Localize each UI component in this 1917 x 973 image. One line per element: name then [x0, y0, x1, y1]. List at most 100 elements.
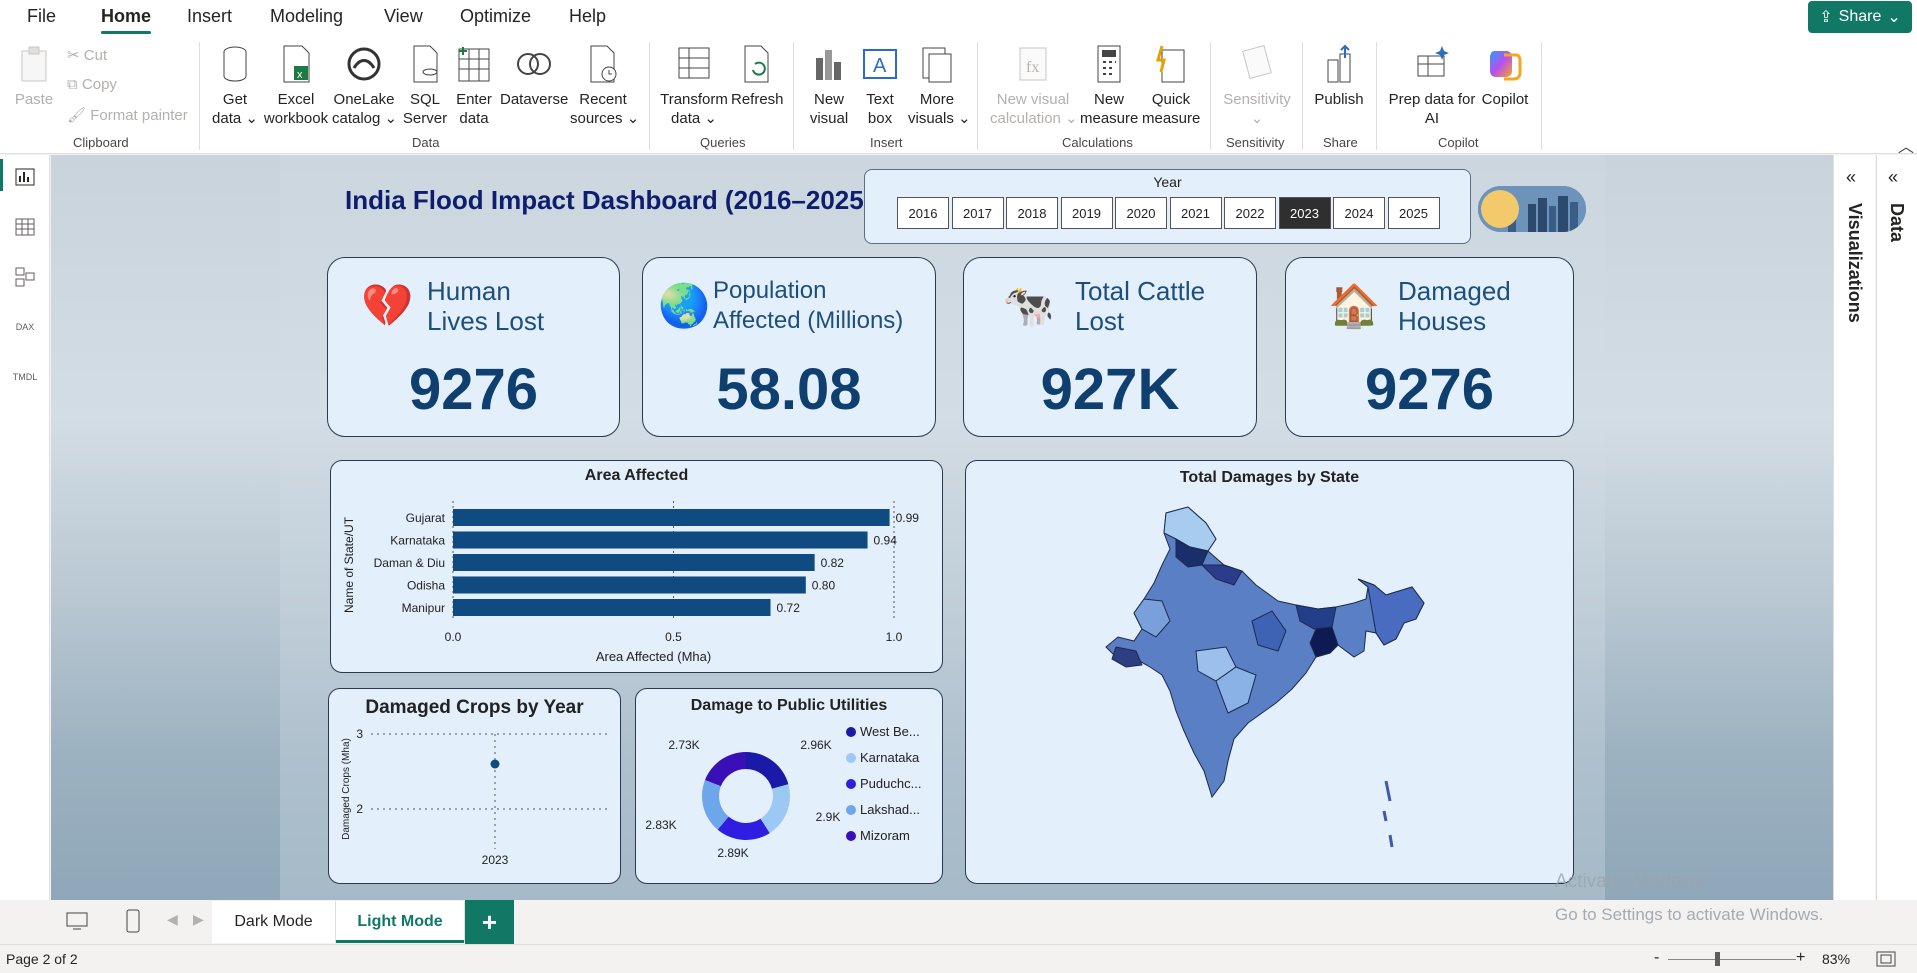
- india-map[interactable]: [966, 461, 1575, 885]
- group-calculations: Calculations: [1062, 135, 1133, 150]
- dataverse-icon: [514, 42, 554, 86]
- copilot-label: Copilot: [1481, 91, 1529, 108]
- new-visual-calculation-button[interactable]: fx New visual calculation ⌄: [990, 42, 1078, 128]
- group-insert: Insert: [870, 135, 903, 150]
- year-button-2017[interactable]: 2017: [951, 197, 1004, 229]
- data-point: [490, 759, 500, 769]
- sql-server-button[interactable]: SQL Server: [402, 42, 448, 128]
- more-visuals-label-2: visuals ⌄: [908, 110, 971, 127]
- menu-view[interactable]: View: [384, 6, 423, 27]
- paste-button[interactable]: Paste: [14, 42, 54, 109]
- publish-button[interactable]: Publish: [1312, 42, 1366, 109]
- year-button-2025[interactable]: 2025: [1387, 197, 1440, 229]
- menu-help[interactable]: Help: [569, 6, 606, 27]
- visualizations-pane[interactable]: « Visualizations: [1833, 155, 1875, 900]
- donut-chart-svg: 2.96K 2.9K 2.89K 2.83K 2.73K West Be... Karnat…: [645, 724, 921, 860]
- zoom-slider-thumb[interactable]: [1715, 952, 1720, 966]
- excel-workbook-button[interactable]: x Excel workbook: [262, 42, 330, 128]
- sql-label-1: SQL: [409, 91, 440, 108]
- sensitivity-button[interactable]: Sensitivity ⌄: [1222, 42, 1292, 128]
- get-data-label-2: data ⌄: [212, 110, 258, 127]
- year-button-2023[interactable]: 2023: [1278, 197, 1331, 229]
- refresh-button[interactable]: Refresh: [731, 42, 784, 109]
- transform-data-button[interactable]: Transform data ⌄: [659, 42, 729, 128]
- y-category-label: Daman & Diu: [374, 556, 445, 570]
- bar: [453, 531, 868, 549]
- year-button-2022[interactable]: 2022: [1224, 197, 1276, 229]
- more-visuals-button[interactable]: More visuals ⌄: [908, 42, 971, 128]
- add-page-button[interactable]: +: [465, 900, 514, 944]
- menu-insert[interactable]: Insert: [187, 6, 232, 27]
- tab-light-mode[interactable]: Light Mode: [336, 901, 465, 943]
- report-view-icon[interactable]: [12, 165, 38, 189]
- kpi-value: 927K: [1040, 357, 1180, 422]
- recent-sources-icon: [583, 42, 623, 86]
- kpi-card-lives-lost[interactable]: 💔 Human Lives Lost 9276: [327, 257, 620, 437]
- y-category-label: Odisha: [407, 579, 445, 593]
- kpi-card-population-affected[interactable]: 🌏 Population Affected (Millions) 58.08: [642, 257, 936, 437]
- damaged-crops-chart[interactable]: Damaged Crops by Year 3 2 2023 Damaged Crop…: [328, 688, 621, 884]
- prep-data-ai-button[interactable]: Prep data for AI: [1388, 42, 1476, 128]
- year-button-2021[interactable]: 2021: [1169, 197, 1222, 229]
- separator: [1302, 42, 1303, 150]
- kpi-title: Human Lives Lost: [427, 276, 544, 336]
- kpi-card-cattle-lost[interactable]: 🐄 Total Cattle Lost 927K: [963, 257, 1257, 437]
- dax-query-view-icon[interactable]: DAX: [12, 315, 38, 339]
- expand-pane-icon[interactable]: «: [1888, 167, 1898, 188]
- menu-optimize[interactable]: Optimize: [460, 6, 531, 27]
- year-button-2018[interactable]: 2018: [1006, 197, 1058, 229]
- cut-button[interactable]: ✂ Cut: [67, 46, 107, 64]
- menu-file[interactable]: File: [27, 6, 56, 27]
- quick-measure-button[interactable]: Quick measure: [1142, 42, 1200, 128]
- get-data-label-2-text: data: [212, 110, 242, 127]
- chevron-left-icon[interactable]: ◀: [167, 911, 178, 928]
- kpi-title-line-1: Population: [713, 277, 827, 304]
- zoom-in-button[interactable]: +: [1796, 949, 1805, 967]
- tab-dark-mode[interactable]: Dark Mode: [212, 901, 336, 943]
- zoom-slider[interactable]: [1668, 959, 1796, 960]
- new-measure-button[interactable]: New measure: [1080, 42, 1138, 128]
- mobile-layout-icon[interactable]: [126, 909, 140, 938]
- enter-data-button[interactable]: Enter data: [452, 42, 496, 128]
- share-button[interactable]: ⇪ Share ⌄: [1808, 1, 1912, 33]
- desktop-layout-icon[interactable]: [65, 911, 89, 936]
- menu-home[interactable]: Home: [101, 6, 152, 34]
- bar-chart-svg: 0.0 0.5 1.0 Gujarat 0.99 Karnataka 0.94 Daman &…: [342, 501, 919, 664]
- paste-label: Paste: [14, 91, 54, 108]
- zoom-out-button[interactable]: -: [1654, 949, 1659, 967]
- year-button-2024[interactable]: 2024: [1333, 197, 1385, 229]
- table-view-icon[interactable]: [12, 215, 38, 239]
- data-label: 2.89K: [717, 846, 748, 860]
- kpi-title: Damaged Houses: [1398, 276, 1511, 336]
- copy-button[interactable]: ⧉ Copy: [67, 76, 117, 93]
- fit-to-page-icon[interactable]: [1876, 951, 1896, 970]
- text-box-button[interactable]: A Text box: [856, 42, 904, 128]
- expand-pane-icon[interactable]: «: [1846, 167, 1856, 188]
- bar: [453, 509, 890, 526]
- chevron-right-icon[interactable]: ▶: [193, 911, 204, 928]
- model-view-icon[interactable]: [12, 265, 38, 289]
- year-button-2020[interactable]: 2020: [1115, 197, 1167, 229]
- format-painter-button[interactable]: 🖌 Format painter: [67, 106, 188, 124]
- menu-modeling[interactable]: Modeling: [270, 6, 343, 27]
- copilot-icon: [1485, 42, 1525, 86]
- dataverse-button[interactable]: Dataverse: [500, 42, 568, 109]
- theme-toggle[interactable]: [1478, 186, 1586, 232]
- enter-data-label-1: Enter: [456, 91, 492, 108]
- collapse-ribbon-icon[interactable]: ︿: [1898, 133, 1914, 157]
- tmdl-view-icon[interactable]: TMDL: [12, 365, 38, 389]
- public-utilities-chart[interactable]: Damage to Public Utilities 2.96K 2.9K 2.89…: [635, 688, 943, 884]
- recent-sources-button[interactable]: Recent sources ⌄: [570, 42, 639, 128]
- new-visual-button[interactable]: New visual: [806, 42, 852, 128]
- onelake-catalog-button[interactable]: OneLake catalog ⌄: [332, 42, 397, 128]
- area-affected-chart[interactable]: Area Affected 0.0 0.5 1.0 Gujarat 0.99 Karnat…: [330, 460, 943, 673]
- year-button-2019[interactable]: 2019: [1060, 197, 1113, 229]
- damages-map-card[interactable]: Total Damages by State: [965, 460, 1574, 884]
- get-data-button[interactable]: Get data ⌄: [210, 42, 260, 128]
- data-pane[interactable]: « Data: [1876, 155, 1917, 900]
- copilot-button[interactable]: Copilot: [1478, 42, 1532, 109]
- kpi-title-line-2: Lives Lost: [427, 306, 545, 336]
- year-button-2016[interactable]: 2016: [897, 197, 949, 229]
- table-icon: [454, 42, 494, 86]
- kpi-card-damaged-houses[interactable]: 🏠 Damaged Houses 9276: [1285, 257, 1574, 437]
